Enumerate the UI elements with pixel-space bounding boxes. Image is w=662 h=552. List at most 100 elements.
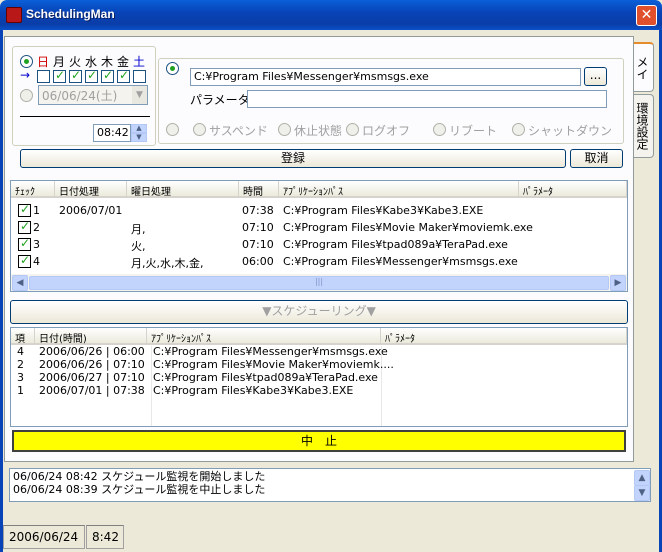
column-header[interactable]: 曜日処理 [127,181,239,198]
date-mode-radio[interactable] [20,89,33,102]
app-path-input[interactable]: C:¥Program Files¥Messenger¥msmsgs.exe [190,68,581,86]
list-item[interactable]: 4 2006/06/26 | 06:00 C:¥Program Files¥Mess… [11,346,627,359]
table-row[interactable]: 3 火, 07:10 C:¥Program Files¥tpad089a¥TeraPa… [11,236,627,254]
power-option-label: 休止状態 [294,124,343,138]
log-scroll-up-arrow-icon[interactable]: ▲ [634,470,650,486]
cell-weekday: 月,火,水,木,金, [131,257,204,270]
date-dropdown-chevron-icon[interactable]: ▼ [132,86,147,104]
power-mode-radio[interactable] [166,123,179,136]
app-mode-radio[interactable] [166,62,179,75]
cancel-button[interactable]: 取消 [570,149,623,168]
scheduling-list[interactable]: 項日付(時間) ｱﾌﾟﾘｹｰｼｮﾝﾊﾟｽ ﾊﾟﾗﾒｰﾀ 4 2006/06/26 | … [10,327,628,427]
cell-path: C:¥Program Files¥Messenger¥msmsgs.exe [153,346,388,358]
list-item[interactable]: 2 2006/06/26 | 07:10 C:¥Program Files¥Movi… [11,359,627,372]
weekday-mode-radio[interactable] [20,55,33,68]
weekday-checkbox[interactable] [117,68,130,83]
window-frame-left [0,30,3,552]
weekday-checkbox[interactable] [69,68,82,83]
browse-button[interactable]: ... [584,67,607,86]
cell-path: C:¥Program Files¥Movie Maker¥moviemk.... [153,359,394,371]
cell-path: C:¥Program Files¥Movie Maker¥moviemk.exe [283,221,533,234]
cell-datetime: 2006/06/26 | 07:10 [39,359,145,371]
param-input[interactable] [247,90,607,108]
registered-list[interactable]: ﾁｪｯｸ日付処理曜日処理時間ｱﾌﾟﾘｹｰｼｮﾝﾊﾟｽﾊﾟﾗﾒｰﾀ 1 2006/0… [10,180,628,292]
log-area[interactable]: 06/06/24 08:42 スケジュール監視を開始しました 06/06/24 0… [9,468,651,502]
row-checkbox[interactable] [18,219,31,234]
cell-datetime: 2006/07/01 | 07:38 [39,385,145,397]
tab-settings[interactable]: 環境設定 [634,94,654,158]
log-line: 06/06/24 08:39 スケジュール監視を中止しました [13,483,266,496]
weekday-checkbox[interactable] [85,68,98,83]
column-header[interactable]: ﾊﾟﾗﾒｰﾀ [381,328,627,345]
table-row[interactable]: 1 2006/07/01 07:38 C:¥Program Files¥Kabe3¥K… [11,202,627,220]
weekday-checkbox[interactable] [37,70,50,83]
window-title: SchedulingMan [26,7,115,21]
row-checkbox[interactable] [18,253,31,268]
power-option-label: ログオフ [362,124,411,138]
stop-button[interactable]: 中 止 [12,430,626,452]
tab-main[interactable]: メイン [618,42,654,92]
table-row[interactable]: 4 月,火,水,木,金, 06:00 C:¥Program Files¥Messeng… [11,253,627,271]
column-header[interactable]: 日付(時間) [35,328,147,345]
date-value: 06/06/24(土) [42,89,118,103]
cell-path: C:¥Program Files¥Kabe3¥Kabe3.EXE [283,204,484,217]
cell-path: C:¥Program Files¥tpad089a¥TeraPad.exe [283,238,508,251]
log-line: 06/06/24 08:42 スケジュール監視を開始しました [13,470,266,483]
power-option-radio[interactable] [193,123,206,136]
power-option-radio[interactable] [512,123,525,136]
cell-no: 2 [17,359,24,371]
scrollbar-thumb[interactable]: ||| [29,276,609,290]
status-time: 8:42 [86,525,124,549]
time-input[interactable]: 08:42 [93,124,131,142]
list-item[interactable]: 1 2006/07/01 | 07:38 C:¥Program Files¥Kabe… [11,385,627,398]
row-checkbox[interactable] [18,202,31,217]
power-option-radio[interactable] [433,123,446,136]
cell-time: 07:10 [242,238,274,251]
status-date: 2006/06/24 [3,525,85,549]
column-header[interactable]: ﾊﾟﾗﾒｰﾀ [519,181,627,198]
app-path-value: C:¥Program Files¥Messenger¥msmsgs.exe [194,70,429,83]
scheduling-header-button[interactable]: ▼スケジューリング▼ [10,300,628,324]
close-button[interactable]: ✕ [636,5,657,26]
log-scroll-down-arrow-icon[interactable]: ▼ [634,485,650,501]
power-option-label: リブート [449,124,498,138]
scroll-right-arrow-icon[interactable]: ▶ [610,275,626,291]
column-header[interactable]: 日付処理 [55,181,127,198]
time-value: 08:42 [97,126,129,139]
cell-path: C:¥Program Files¥tpad089a¥TeraPad.exe [153,372,378,384]
cell-weekday: 火, [131,240,146,253]
power-option-label: サスペンド [209,124,268,138]
cell-date: 2006/07/01 [59,204,123,217]
cell-no: 4 [17,346,24,358]
arrow-icon: → [20,68,31,82]
cell-time: 06:00 [242,255,274,268]
weekday-checkbox[interactable] [133,70,146,83]
power-option-radio[interactable] [278,123,291,136]
cell-no: 3 [17,372,24,384]
column-header[interactable]: ﾁｪｯｸ [11,181,55,198]
cell-check: 1 [33,204,40,217]
power-option-radio[interactable] [346,123,359,136]
cell-path: C:¥Program Files¥Messenger¥msmsgs.exe [283,255,518,268]
time-down-arrow-icon[interactable]: ▼ [131,133,147,142]
column-header[interactable]: 項 [11,328,35,345]
param-label: パラメータ [190,93,250,107]
weekday-checkbox[interactable] [53,68,66,83]
column-header[interactable]: ｱﾌﾟﾘｹｰｼｮﾝﾊﾟｽ [279,181,519,198]
cell-no: 1 [17,385,24,397]
scroll-left-arrow-icon[interactable]: ◀ [12,275,28,291]
cell-weekday: 月, [131,223,146,236]
row-checkbox[interactable] [18,236,31,251]
scrollbar-grip: ||| [314,277,324,286]
list-item[interactable]: 3 2006/06/27 | 07:10 C:¥Program Files¥tpad… [11,372,627,385]
weekday-label: 日 [37,55,50,69]
column-header[interactable]: ｱﾌﾟﾘｹｰｼｮﾝﾊﾟｽ [147,328,381,345]
register-button[interactable]: 登録 [20,149,566,168]
table-row[interactable]: 2 月, 07:10 C:¥Program Files¥Movie Maker¥mov… [11,219,627,237]
cell-path: C:¥Program Files¥Kabe3¥Kabe3.EXE [153,385,354,397]
column-header[interactable]: 時間 [239,181,279,198]
app-icon[interactable] [6,7,22,23]
cell-check: 2 [33,221,40,234]
weekday-checkbox[interactable] [101,68,114,83]
time-up-arrow-icon[interactable]: ▲ [131,124,147,133]
